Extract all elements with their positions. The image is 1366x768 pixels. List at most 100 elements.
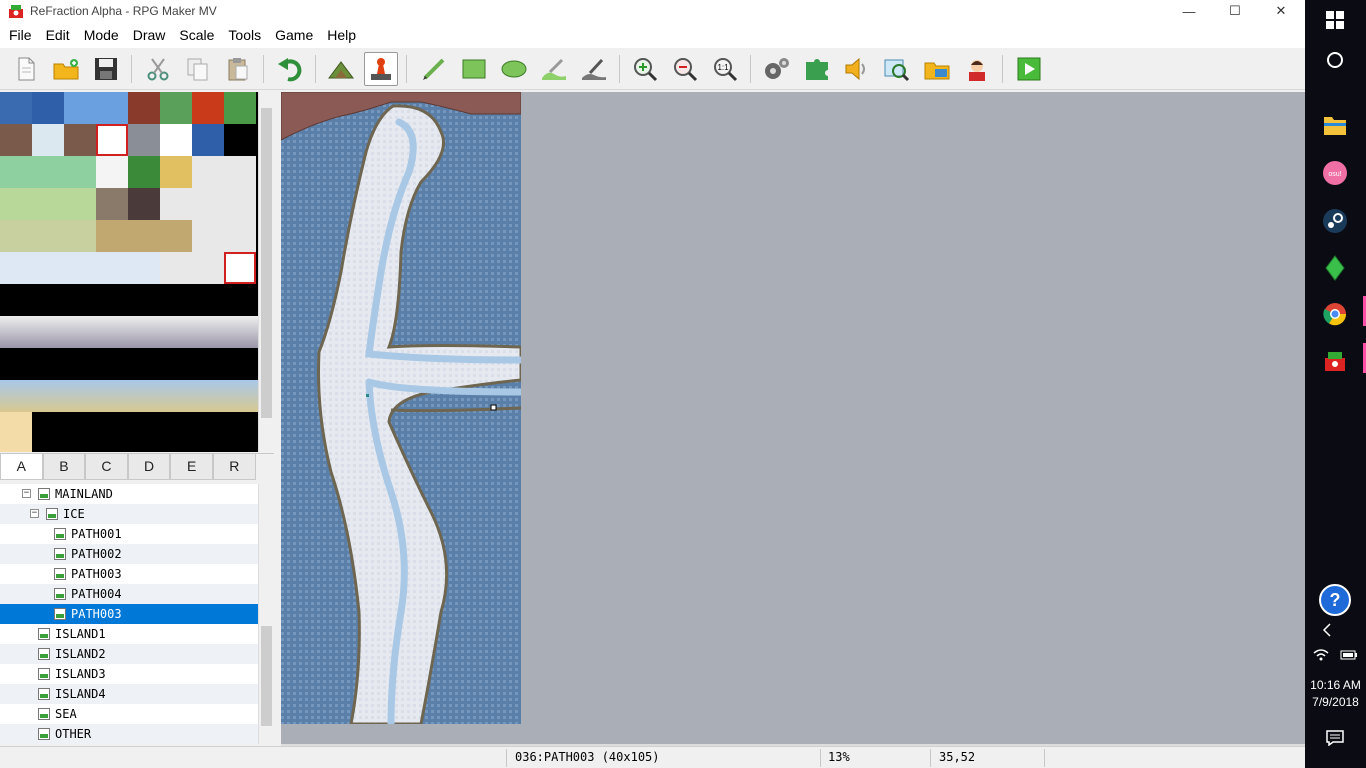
- tile-wall-row[interactable]: [0, 316, 258, 348]
- battery-button[interactable]: [1335, 637, 1363, 673]
- pencil-button[interactable]: [417, 52, 451, 86]
- tile-plant[interactable]: [128, 156, 160, 188]
- save-project-button[interactable]: [89, 52, 123, 86]
- tile-ice-crystal[interactable]: [128, 252, 160, 284]
- paste-button[interactable]: [221, 52, 255, 86]
- tree-item-path004[interactable]: PATH004: [0, 584, 258, 604]
- copy-button[interactable]: [181, 52, 215, 86]
- tree-item-path002[interactable]: PATH002: [0, 544, 258, 564]
- tab-d[interactable]: D: [127, 454, 171, 480]
- tile-post[interactable]: [160, 188, 192, 220]
- character-generator-button[interactable]: [960, 52, 994, 86]
- tile-post[interactable]: [192, 252, 224, 284]
- tree-item-ice[interactable]: − ICE: [0, 504, 258, 524]
- event-mode-button[interactable]: [364, 52, 398, 86]
- tree-item-path001[interactable]: PATH001: [0, 524, 258, 544]
- tile-grass[interactable]: [0, 220, 96, 252]
- menu-draw[interactable]: Draw: [126, 22, 173, 48]
- tile-empty[interactable]: [96, 124, 128, 156]
- open-project-button[interactable]: [49, 52, 83, 86]
- tile-deep-water[interactable]: [32, 92, 64, 124]
- cortana-button[interactable]: [1317, 42, 1353, 78]
- database-button[interactable]: [760, 52, 794, 86]
- map-mode-button[interactable]: [324, 52, 358, 86]
- menu-mode[interactable]: Mode: [77, 22, 126, 48]
- tile-empty[interactable]: [224, 252, 256, 284]
- tile-pillar[interactable]: [224, 188, 256, 220]
- menu-tools[interactable]: Tools: [221, 22, 268, 48]
- tile-pillar[interactable]: [192, 156, 224, 188]
- tile-wood[interactable]: [96, 220, 192, 252]
- flood-fill-button[interactable]: [537, 52, 571, 86]
- tile-pillar[interactable]: [224, 220, 256, 252]
- tile-flowers[interactable]: [160, 92, 192, 124]
- tile-shallow-water[interactable]: [96, 92, 128, 124]
- tile-cave[interactable]: [0, 124, 32, 156]
- tree-item-mainland[interactable]: − MAINLAND: [0, 484, 258, 504]
- tileset-palette[interactable]: [0, 92, 258, 452]
- rectangle-button[interactable]: [457, 52, 491, 86]
- tab-b[interactable]: B: [42, 454, 86, 480]
- ellipse-button[interactable]: [497, 52, 531, 86]
- map-event-marker[interactable]: [366, 394, 369, 397]
- new-project-button[interactable]: [9, 52, 43, 86]
- tile-lava[interactable]: [192, 92, 224, 124]
- tree-item-other[interactable]: OTHER: [0, 724, 258, 744]
- tile-pillar[interactable]: [192, 220, 224, 252]
- tile-sand[interactable]: [160, 156, 192, 188]
- palette-scrollbar[interactable]: [258, 92, 274, 452]
- chrome-button[interactable]: [1317, 296, 1353, 332]
- tile-snow[interactable]: [96, 156, 128, 188]
- action-center-button[interactable]: [1317, 720, 1353, 756]
- tree-item-path003-selected[interactable]: PATH003: [0, 604, 258, 624]
- tree-item-island4[interactable]: ISLAND4: [0, 684, 258, 704]
- tile-deep-water[interactable]: [0, 92, 32, 124]
- maximize-button[interactable]: ☐: [1212, 0, 1258, 22]
- menu-scale[interactable]: Scale: [172, 22, 221, 48]
- resource-manager-button[interactable]: [920, 52, 954, 86]
- map-view[interactable]: [281, 92, 521, 724]
- tile-rock[interactable]: [128, 124, 160, 156]
- tile-flowers[interactable]: [224, 92, 256, 124]
- tile-ice[interactable]: [32, 124, 64, 156]
- tree-item-island1[interactable]: ISLAND1: [0, 624, 258, 644]
- rpg-maker-taskbar-button[interactable]: [1317, 343, 1353, 379]
- tile-pillar[interactable]: [192, 188, 224, 220]
- tile-blank[interactable]: [160, 124, 192, 156]
- tree-item-path003[interactable]: PATH003: [0, 564, 258, 584]
- sound-test-button[interactable]: [840, 52, 874, 86]
- cut-button[interactable]: [141, 52, 175, 86]
- tile-dirt[interactable]: [96, 188, 128, 220]
- start-button[interactable]: [1317, 2, 1353, 38]
- tile-cave[interactable]: [64, 124, 96, 156]
- playtest-button[interactable]: [1012, 52, 1046, 86]
- event-searcher-button[interactable]: [880, 52, 914, 86]
- collapse-icon[interactable]: −: [22, 489, 31, 498]
- close-button[interactable]: ✕: [1258, 0, 1304, 22]
- steam-button[interactable]: [1317, 203, 1353, 239]
- shadow-pen-button[interactable]: [577, 52, 611, 86]
- tab-r[interactable]: R: [212, 454, 256, 480]
- menu-edit[interactable]: Edit: [39, 22, 77, 48]
- tab-e[interactable]: E: [170, 454, 213, 480]
- tile-shallow-water[interactable]: [64, 92, 96, 124]
- sims-button[interactable]: [1317, 250, 1353, 286]
- network-button[interactable]: [1307, 637, 1335, 673]
- tile-grass[interactable]: [0, 156, 96, 188]
- tab-a[interactable]: A: [0, 454, 43, 480]
- file-explorer-button[interactable]: [1317, 107, 1353, 143]
- plugin-manager-button[interactable]: [800, 52, 834, 86]
- tree-item-sea[interactable]: SEA: [0, 704, 258, 724]
- actual-size-button[interactable]: 1:1: [708, 52, 742, 86]
- scrollbar-thumb[interactable]: [261, 108, 272, 418]
- tree-item-island3[interactable]: ISLAND3: [0, 664, 258, 684]
- tile-cave-entrance[interactable]: [128, 92, 160, 124]
- tile-sand-floor[interactable]: [0, 412, 32, 452]
- tile-pillar[interactable]: [224, 156, 256, 188]
- tile-post[interactable]: [160, 252, 192, 284]
- tree-item-island2[interactable]: ISLAND2: [0, 644, 258, 664]
- zoom-in-button[interactable]: [628, 52, 662, 86]
- tile-ice-floor[interactable]: [0, 252, 128, 284]
- tab-c[interactable]: C: [85, 454, 128, 480]
- menu-help[interactable]: Help: [320, 22, 363, 48]
